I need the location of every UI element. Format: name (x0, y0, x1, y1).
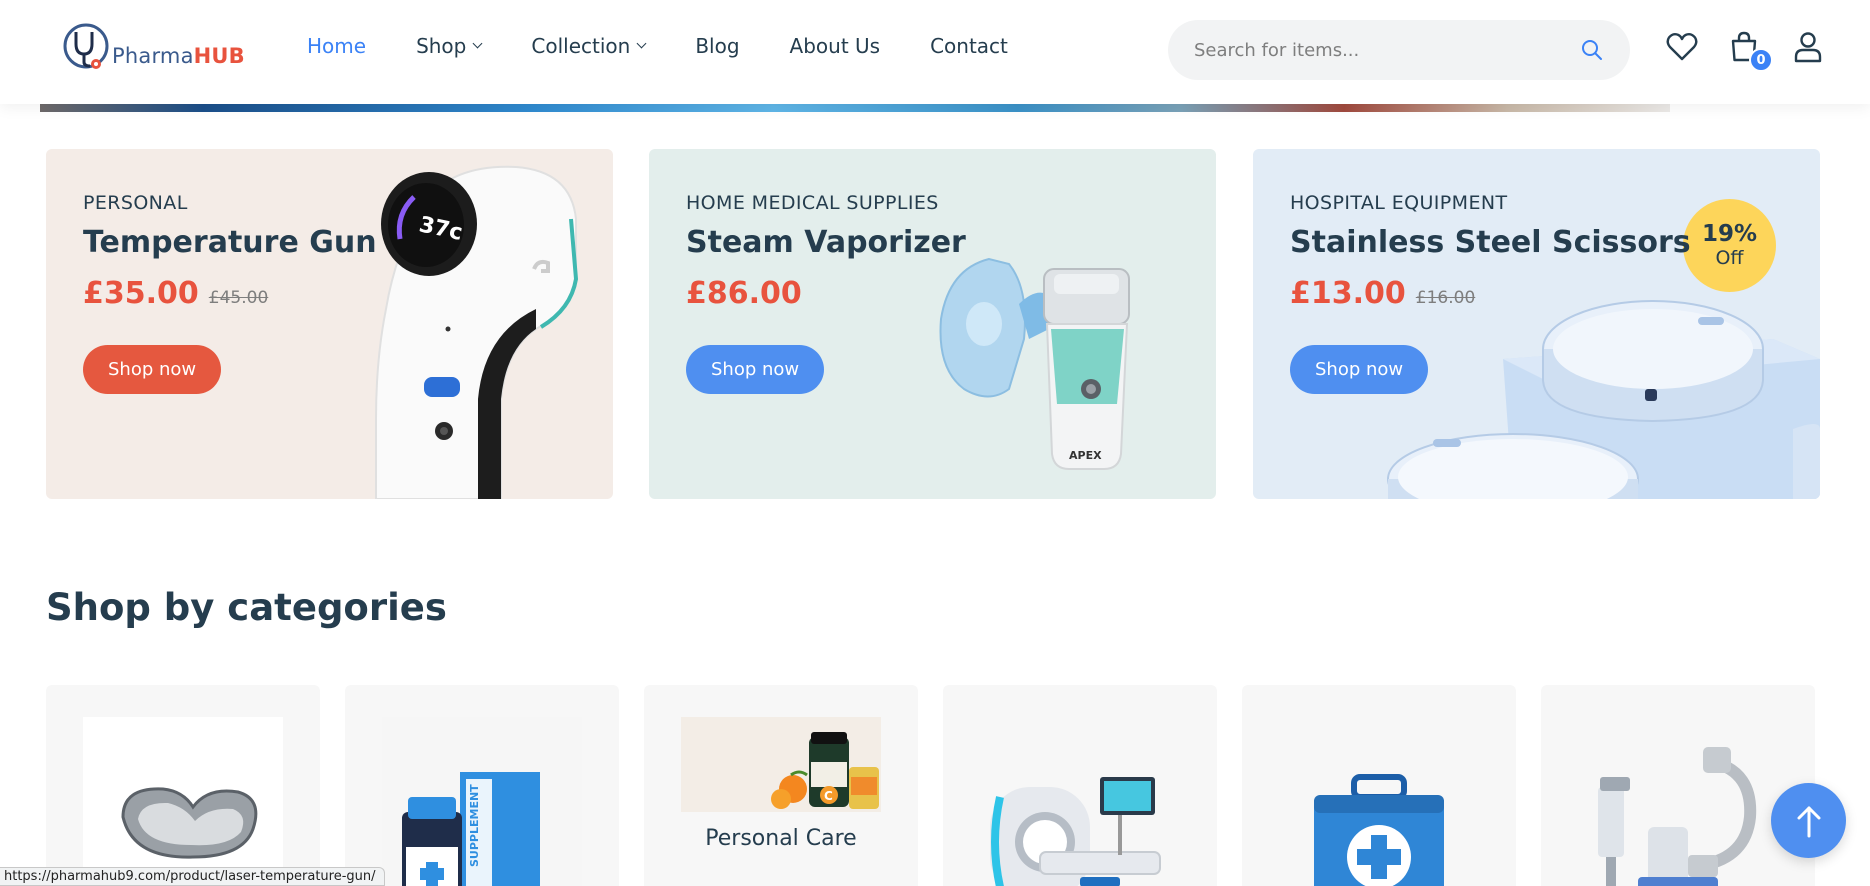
price-old: £45.00 (208, 288, 269, 308)
nav-collection-label: Collection (531, 34, 631, 58)
logo[interactable]: PharmaHUB (62, 20, 245, 76)
shop-now-button[interactable]: Shop now (1290, 345, 1429, 394)
promo-price: £35.00 £45.00 (83, 276, 268, 311)
stethoscope-logo-icon (63, 23, 109, 69)
nav-shop[interactable]: Shop (416, 34, 483, 58)
section-title: Shop by categories (46, 586, 447, 629)
kidney-dish-icon (83, 717, 283, 886)
category-card[interactable]: C Personal Care (644, 685, 918, 886)
nav-contact[interactable]: Contact (930, 34, 1008, 58)
first-aid-kit-icon (1279, 717, 1479, 886)
nav-home-label: Home (307, 34, 367, 58)
nav-collection[interactable]: Collection (531, 34, 647, 58)
nav-blog-label: Blog (695, 34, 740, 58)
svg-text:APEX: APEX (1069, 449, 1102, 462)
promo-card-temperature-gun[interactable]: 37c PERSONAL Temperature Gun £35.00 £45.… (46, 149, 613, 499)
nav-about-label: About Us (789, 34, 881, 58)
shop-now-button[interactable]: Shop now (83, 345, 222, 394)
nebulizer-image: APEX (939, 257, 1130, 470)
temperature-gun-image: 37c (375, 165, 579, 499)
nav-blog[interactable]: Blog (695, 34, 739, 58)
promo-category: HOME MEDICAL SUPPLIES (686, 192, 939, 214)
promo-card-steam-vaporizer[interactable]: APEX HOME MEDICAL SUPPLIES Steam Vaporiz… (649, 149, 1216, 499)
category-card[interactable] (1541, 685, 1815, 886)
price-old: £16.00 (1415, 288, 1476, 308)
nav-home[interactable]: Home (307, 34, 366, 58)
main-nav: Home Shop Collection Blog About Us Conta… (307, 34, 1058, 58)
c-arm-machine-icon (1578, 717, 1778, 886)
user-icon[interactable] (1791, 30, 1825, 64)
nav-about[interactable]: About Us (790, 34, 881, 58)
price-current: £13.00 (1290, 276, 1406, 311)
back-to-top-button[interactable] (1771, 783, 1846, 858)
nav-shop-label: Shop (416, 34, 467, 58)
discount-badge: 19% Off (1683, 199, 1776, 292)
search-bar (1168, 20, 1630, 80)
chevron-down-icon (636, 38, 647, 49)
chevron-down-icon (472, 38, 483, 49)
svg-text:C: C (824, 789, 833, 803)
discount-percent: 19% (1701, 221, 1758, 248)
promo-title[interactable]: Temperature Gun (83, 225, 377, 260)
price-current: £35.00 (83, 276, 199, 311)
category-card[interactable] (1242, 685, 1516, 886)
promo-price: £86.00 (686, 276, 802, 311)
category-card[interactable]: SUPPLEMENT (345, 685, 619, 886)
supplement-bottle-icon: SUPPLEMENT (382, 717, 582, 886)
promo-title[interactable]: Steam Vaporizer (686, 225, 966, 260)
promo-category: HOSPITAL EQUIPMENT (1290, 192, 1508, 214)
price-current: £86.00 (686, 276, 802, 311)
cart-count-badge: 0 (1749, 48, 1773, 72)
category-card[interactable] (46, 685, 320, 886)
browser-status-url: https://pharmahub9.com/product/laser-tem… (0, 867, 385, 886)
mri-scanner-icon (980, 717, 1180, 886)
nav-contact-label: Contact (930, 34, 1008, 58)
medical-device-image (1387, 300, 1820, 499)
promo-title[interactable]: Stainless Steel Scissors (1290, 225, 1691, 260)
promo-category: PERSONAL (83, 192, 188, 214)
heart-icon[interactable] (1665, 30, 1699, 64)
logo-text: PharmaHUB (112, 44, 245, 68)
arrow-up-icon (1797, 806, 1820, 837)
category-card[interactable] (943, 685, 1217, 886)
vitamins-icon: C (681, 717, 881, 812)
discount-off-label: Off (1715, 246, 1744, 269)
promo-card-stainless-steel-scissors[interactable]: 19% Off HOSPITAL EQUIPMENT Stainless Ste… (1253, 149, 1820, 499)
site-header: PharmaHUB Home Shop Collection Blog Abou… (0, 0, 1870, 104)
svg-text:SUPPLEMENT: SUPPLEMENT (468, 784, 481, 867)
shop-now-button[interactable]: Shop now (686, 345, 825, 394)
category-label: Personal Care (705, 826, 857, 851)
search-input[interactable] (1194, 39, 1580, 61)
promo-price: £13.00 £16.00 (1290, 276, 1475, 311)
search-icon[interactable] (1580, 38, 1604, 62)
